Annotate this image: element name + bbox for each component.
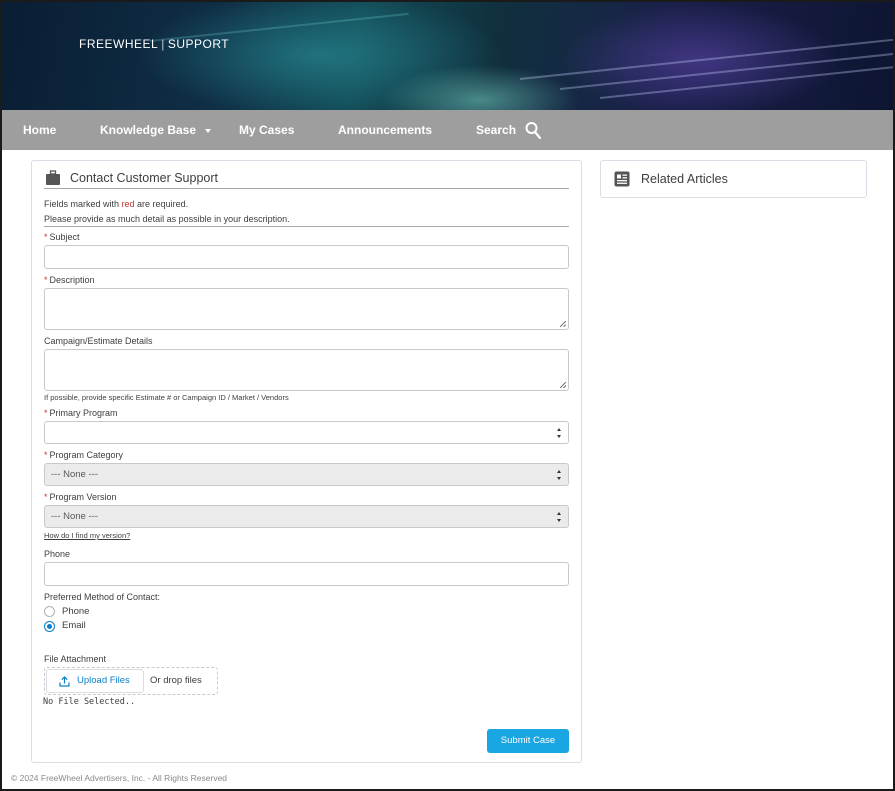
phone-input[interactable] xyxy=(44,562,569,586)
article-icon xyxy=(614,171,630,187)
campaign-label: Campaign/Estimate Details xyxy=(44,336,153,346)
nav-knowledge-base[interactable]: Knowledge Base xyxy=(100,110,212,150)
brand-suffix: SUPPORT xyxy=(167,37,230,51)
campaign-help-text: If possible, provide specific Estimate #… xyxy=(44,393,289,402)
primary-program-select[interactable] xyxy=(44,421,569,444)
resize-handle[interactable] xyxy=(560,321,566,327)
primary-program-label: * Primary Program xyxy=(44,408,118,418)
subject-label: * Subject xyxy=(44,232,80,242)
find-version-link[interactable]: How do I find my version? xyxy=(44,531,130,540)
select-arrows-icon xyxy=(557,469,563,481)
title-divider xyxy=(44,188,569,189)
chevron-down-icon xyxy=(205,128,212,133)
radio-phone-label: Phone xyxy=(62,606,90,617)
select-arrows-icon xyxy=(557,511,563,523)
file-attachment-label: File Attachment xyxy=(44,654,107,664)
header-banner: FREEWHEEL | SUPPORT xyxy=(0,0,895,110)
upload-icon xyxy=(59,676,70,687)
program-category-select[interactable]: --- None --- xyxy=(44,463,569,486)
phone-label: Phone xyxy=(44,549,71,559)
radio-phone[interactable] xyxy=(44,606,55,617)
radio-email-label: Email xyxy=(62,620,86,631)
detail-note: Please provide as much detail as possibl… xyxy=(44,214,290,224)
main-nav: Home Knowledge Base My Cases Announcemen… xyxy=(0,110,895,150)
description-label: * Description xyxy=(44,275,95,285)
program-version-label: * Program Version xyxy=(44,492,117,502)
form-title: Contact Customer Support xyxy=(70,171,218,185)
footer-copyright: © 2024 FreeWheel Advertisers, Inc. - All… xyxy=(11,773,228,783)
nav-home[interactable]: Home xyxy=(23,110,56,150)
resize-handle[interactable] xyxy=(560,382,566,388)
briefcase-icon xyxy=(46,170,60,185)
radio-email[interactable] xyxy=(44,621,55,632)
brand-name: FREEWHEEL xyxy=(79,37,159,51)
program-version-select[interactable]: --- None --- xyxy=(44,505,569,528)
select-arrows-icon xyxy=(557,427,563,439)
description-textarea[interactable] xyxy=(44,288,569,330)
brand-logo[interactable]: FREEWHEEL | SUPPORT xyxy=(79,37,229,51)
upload-files-button[interactable]: Upload Files xyxy=(46,669,144,693)
drop-files-text: Or drop files xyxy=(150,675,202,686)
program-category-label: * Program Category xyxy=(44,450,124,460)
submit-case-button[interactable]: Submit Case xyxy=(487,729,569,753)
file-status: No File Selected.. xyxy=(43,697,136,707)
note-divider xyxy=(44,226,569,227)
nav-search[interactable]: Search xyxy=(476,110,516,150)
required-note: Fields marked with red are required. xyxy=(44,199,189,209)
nav-my-cases[interactable]: My Cases xyxy=(239,110,294,150)
related-articles-title: Related Articles xyxy=(641,172,728,186)
campaign-textarea[interactable] xyxy=(44,349,569,391)
subject-input[interactable] xyxy=(44,245,569,269)
nav-announcements[interactable]: Announcements xyxy=(338,110,432,150)
search-icon[interactable] xyxy=(525,121,541,139)
contact-method-label: Preferred Method of Contact: xyxy=(44,592,161,602)
